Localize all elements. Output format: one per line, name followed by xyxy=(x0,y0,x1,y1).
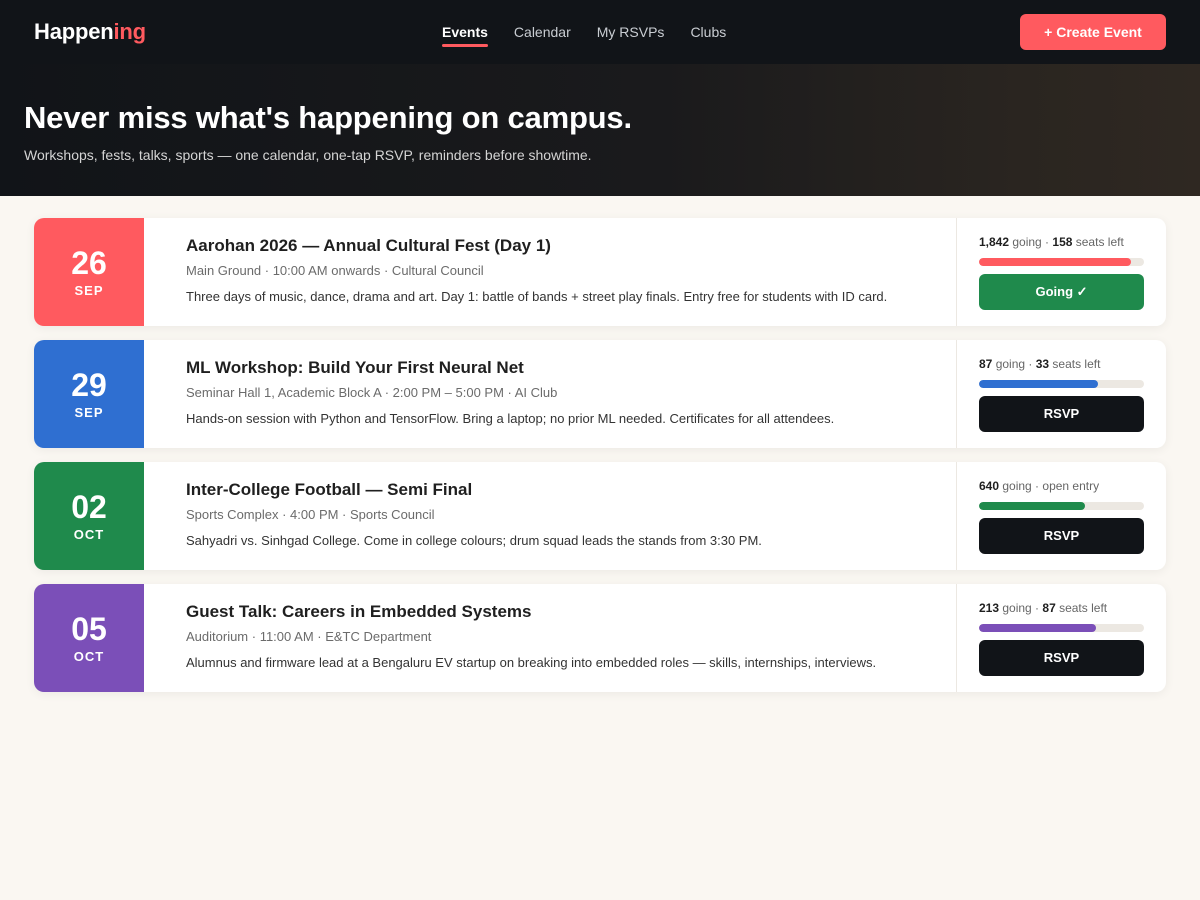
event-description: Sahyadri vs. Sinhgad College. Come in co… xyxy=(186,533,762,548)
nav-my-rsvps[interactable]: My RSVPs xyxy=(597,0,665,64)
event-month: SEP xyxy=(74,405,104,420)
event-title[interactable]: Guest Talk: Careers in Embedded Systems xyxy=(186,602,914,622)
event-title[interactable]: ML Workshop: Build Your First Neural Net xyxy=(186,358,914,378)
top-navbar: Happening Events Calendar My RSVPs Clubs… xyxy=(0,0,1200,64)
event-day: 02 xyxy=(71,489,107,525)
seats-label: seats left xyxy=(1055,600,1108,615)
event-meta: Sports Complex · 4:00 PM · Sports Counci… xyxy=(186,507,435,522)
event-date-badge: 29 SEP xyxy=(34,340,144,448)
event-month: OCT xyxy=(73,527,105,542)
attendance-stats: 213 going · 87 seats left xyxy=(979,601,1144,615)
rsvp-button[interactable]: RSVP xyxy=(979,639,1144,676)
going-button[interactable]: Going ✓ xyxy=(979,273,1144,310)
going-label: going · xyxy=(992,356,1036,371)
event-card[interactable]: 26 SEP Aarohan 2026 — Annual Cultural Fe… xyxy=(34,218,1166,326)
seats-count: 87 xyxy=(1042,600,1056,615)
event-date-badge: 26 SEP xyxy=(34,218,144,326)
event-month: OCT xyxy=(73,649,105,664)
event-title[interactable]: Inter-College Football — Semi Final xyxy=(186,480,914,500)
event-day: 26 xyxy=(71,245,107,281)
capacity-bar-fill xyxy=(979,257,1131,266)
event-date-badge: 05 OCT xyxy=(34,584,144,692)
event-info: ML Workshop: Build Your First Neural Net… xyxy=(144,340,956,448)
capacity-bar xyxy=(979,501,1144,510)
rsvp-button[interactable]: RSVP xyxy=(979,395,1144,432)
attendance-stats: 87 going · 33 seats left xyxy=(979,357,1144,371)
going-label: going · open entry xyxy=(999,478,1100,493)
logo-text: Happen xyxy=(34,19,114,44)
hero-banner: Never miss what's happening on campus. W… xyxy=(0,64,1200,196)
seats-label: seats left xyxy=(1049,356,1101,371)
attendance-stats: 1,842 going · 158 seats left xyxy=(979,235,1144,249)
seats-count: 158 xyxy=(1052,234,1073,249)
going-label: going · xyxy=(1009,234,1053,249)
going-label: going · xyxy=(999,600,1043,615)
nav-clubs[interactable]: Clubs xyxy=(690,0,726,64)
capacity-bar xyxy=(979,257,1144,266)
nav-calendar[interactable]: Calendar xyxy=(514,0,571,64)
event-description: Alumnus and firmware lead at a Bengaluru… xyxy=(186,655,877,670)
event-meta: Main Ground · 10:00 AM onwards · Cultura… xyxy=(186,263,484,278)
event-card[interactable]: 29 SEP ML Workshop: Build Your First Neu… xyxy=(34,340,1166,448)
event-list: 26 SEP Aarohan 2026 — Annual Cultural Fe… xyxy=(0,196,1200,692)
capacity-bar-fill xyxy=(979,501,1085,510)
event-rsvp-panel: 1,842 going · 158 seats left Going ✓ xyxy=(956,218,1166,326)
seats-label: seats left xyxy=(1072,234,1124,249)
going-count: 213 xyxy=(979,600,1000,615)
hero-title: Never miss what's happening on campus. xyxy=(24,100,632,135)
capacity-bar xyxy=(979,379,1144,388)
event-title[interactable]: Aarohan 2026 — Annual Cultural Fest (Day… xyxy=(186,236,914,256)
seats-count: 33 xyxy=(1035,356,1050,371)
event-card[interactable]: 05 OCT Guest Talk: Careers in Embedded S… xyxy=(34,584,1166,692)
capacity-bar-fill xyxy=(979,623,1097,632)
event-day: 05 xyxy=(71,611,107,647)
event-rsvp-panel: 640 going · open entry RSVP xyxy=(956,462,1166,570)
app-logo[interactable]: Happening xyxy=(34,19,146,45)
event-meta: Auditorium · 11:00 AM · E&TC Department xyxy=(186,629,432,644)
create-event-button[interactable]: + Create Event xyxy=(1020,14,1166,50)
hero-subtitle: Workshops, fests, talks, sports — one ca… xyxy=(24,147,592,163)
attendance-stats: 640 going · open entry xyxy=(979,479,1144,493)
going-count: 1,842 xyxy=(979,234,1010,249)
going-count: 640 xyxy=(979,478,1000,493)
event-info: Guest Talk: Careers in Embedded Systems … xyxy=(144,584,956,692)
capacity-bar-fill xyxy=(979,379,1098,388)
nav-events[interactable]: Events xyxy=(442,0,488,64)
capacity-bar xyxy=(979,623,1144,632)
event-day: 29 xyxy=(71,367,107,403)
main-nav: Events Calendar My RSVPs Clubs xyxy=(442,0,726,64)
event-rsvp-panel: 213 going · 87 seats left RSVP xyxy=(956,584,1166,692)
event-date-badge: 02 OCT xyxy=(34,462,144,570)
event-card[interactable]: 02 OCT Inter-College Football — Semi Fin… xyxy=(34,462,1166,570)
logo-accent-text: ing xyxy=(113,19,146,44)
event-info: Inter-College Football — Semi Final Spor… xyxy=(144,462,956,570)
event-month: SEP xyxy=(74,283,104,298)
event-info: Aarohan 2026 — Annual Cultural Fest (Day… xyxy=(144,218,956,326)
going-count: 87 xyxy=(979,356,993,371)
event-rsvp-panel: 87 going · 33 seats left RSVP xyxy=(956,340,1166,448)
rsvp-button[interactable]: RSVP xyxy=(979,517,1144,554)
event-description: Three days of music, dance, drama and ar… xyxy=(186,289,888,304)
event-meta: Seminar Hall 1, Academic Block A · 2:00 … xyxy=(186,385,558,400)
event-description: Hands-on session with Python and TensorF… xyxy=(186,411,835,426)
